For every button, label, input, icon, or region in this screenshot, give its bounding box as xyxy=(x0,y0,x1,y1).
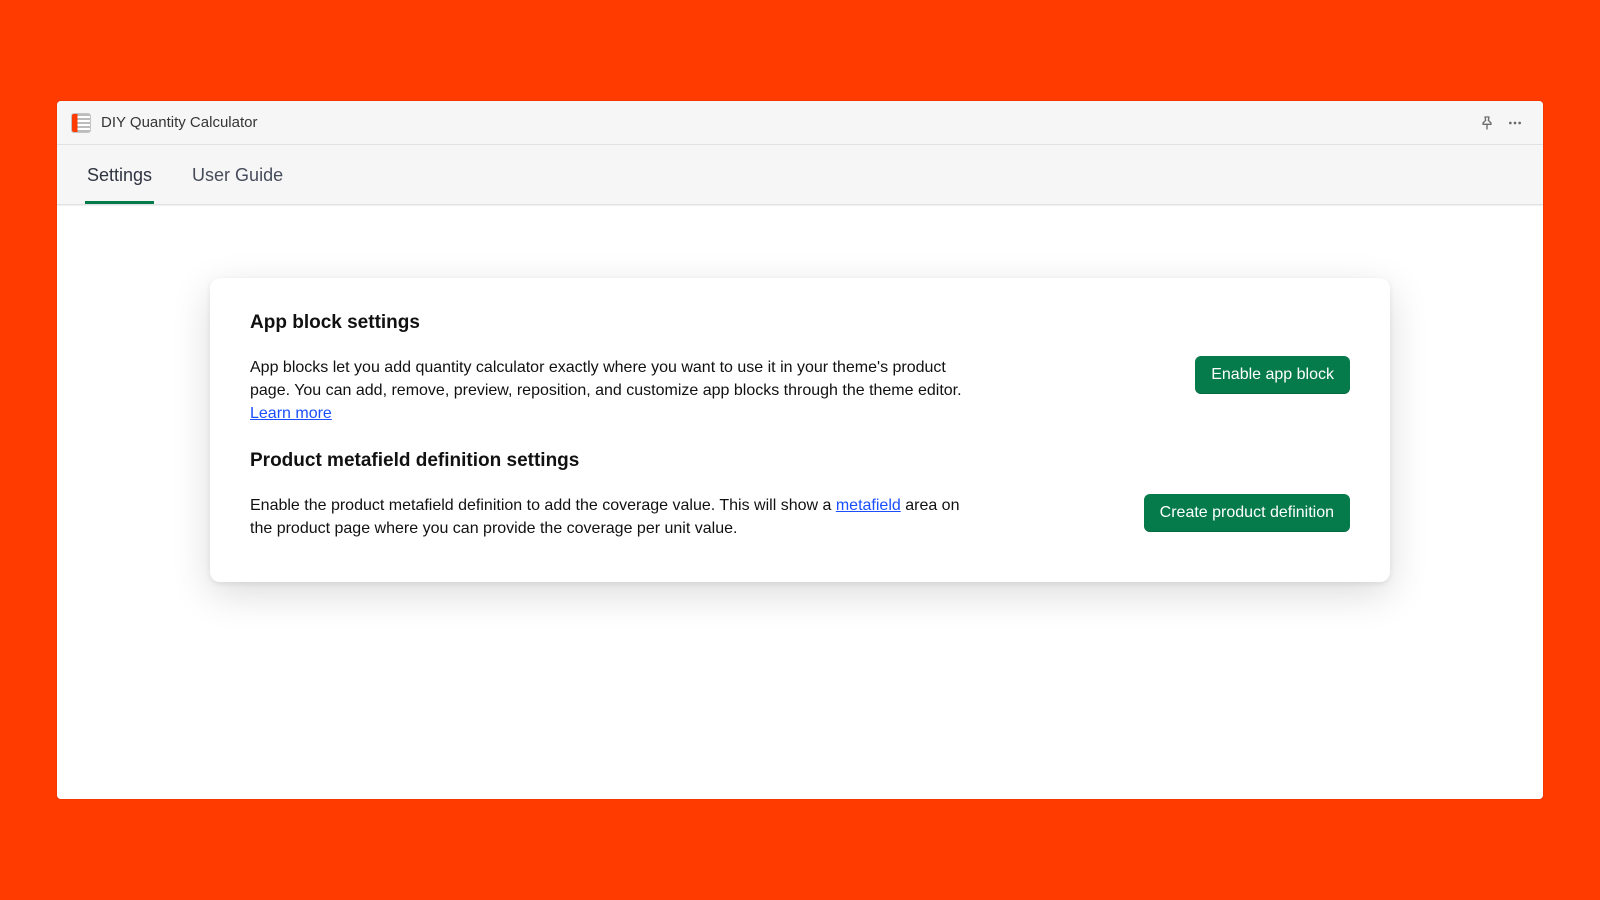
section-desc-metafield-text-before: Enable the product metafield definition … xyxy=(250,497,836,514)
tab-settings[interactable]: Settings xyxy=(85,147,154,204)
learn-more-link[interactable]: Learn more xyxy=(250,405,332,422)
app-title: DIY Quantity Calculator xyxy=(101,114,257,131)
create-product-definition-button[interactable]: Create product definition xyxy=(1144,494,1350,532)
settings-card: App block settings App blocks let you ad… xyxy=(210,278,1390,582)
enable-app-block-button[interactable]: Enable app block xyxy=(1195,356,1350,394)
section-title-app-block: App block settings xyxy=(250,312,1350,334)
section-title-metafield: Product metafield definition settings xyxy=(250,450,1350,472)
metafield-link[interactable]: metafield xyxy=(836,497,901,514)
more-actions-button[interactable] xyxy=(1501,109,1529,137)
section-app-block: App block settings App blocks let you ad… xyxy=(250,312,1350,426)
section-desc-app-block: App blocks let you add quantity calculat… xyxy=(250,356,980,426)
app-logo-icon xyxy=(71,113,91,133)
more-horizontal-icon xyxy=(1507,115,1523,131)
tab-user-guide[interactable]: User Guide xyxy=(190,147,285,204)
app-window: DIY Quantity Calculator Settings User Gu… xyxy=(57,101,1543,799)
content-area: App block settings App blocks let you ad… xyxy=(57,205,1543,799)
section-metafield: Product metafield definition settings En… xyxy=(250,450,1350,540)
pin-button[interactable] xyxy=(1473,109,1501,137)
tab-bar: Settings User Guide xyxy=(57,145,1543,205)
app-header: DIY Quantity Calculator xyxy=(57,101,1543,145)
pin-icon xyxy=(1479,115,1495,131)
section-desc-metafield: Enable the product metafield definition … xyxy=(250,494,980,540)
section-desc-app-block-text-before: App blocks let you add quantity calculat… xyxy=(250,359,962,399)
